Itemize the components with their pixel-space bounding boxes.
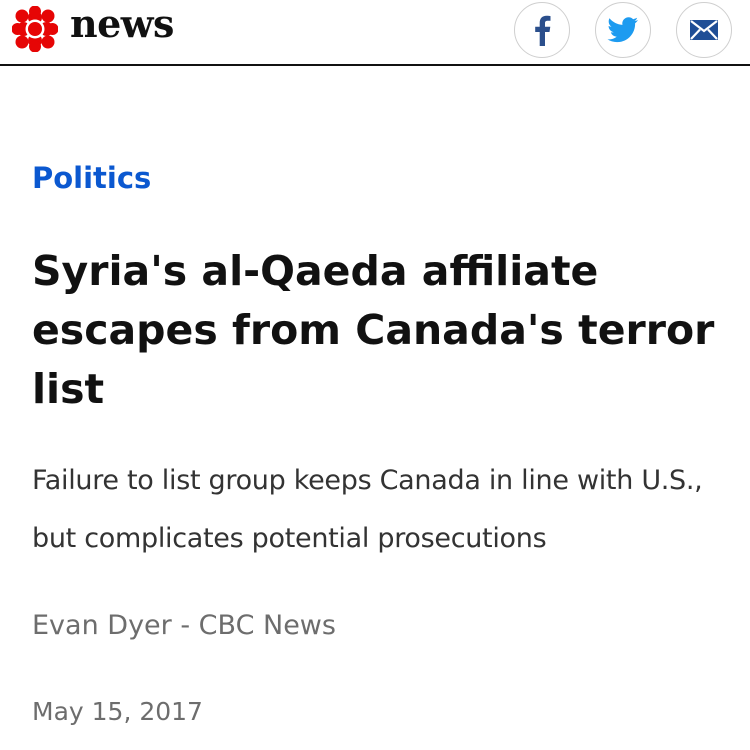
article-page: news Politics Syria's al-Qaeda affiliate… [0,0,750,750]
top-bar: news [0,0,750,66]
facebook-icon [535,15,551,46]
publish-date: May 15, 2017 [32,697,203,726]
email-share-button[interactable] [676,2,732,58]
email-icon [690,20,718,40]
article-headline: Syria's al-Qaeda affiliate escapes from … [32,247,715,413]
cbc-gem-logo-icon[interactable] [12,6,58,52]
article-byline: Evan Dyer - CBC News [32,610,336,641]
facebook-share-button[interactable] [514,2,570,58]
twitter-share-button[interactable] [595,2,651,58]
brand-wordmark[interactable]: news [70,2,174,46]
twitter-icon [607,17,638,43]
article-deck: Failure to list group keeps Canada in li… [32,465,703,554]
section-link-politics[interactable]: Politics [32,156,151,200]
